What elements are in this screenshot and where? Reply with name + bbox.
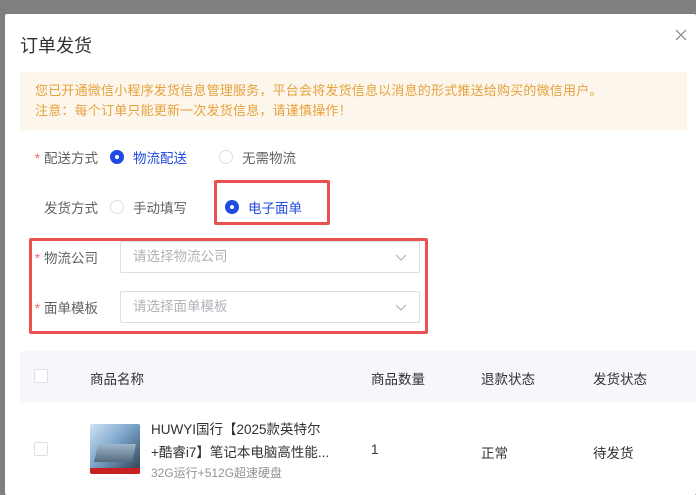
table-row: HUWYI国行【2025款英特尔 +酷睿i7】笔记本电脑高性能... 32G运行… <box>20 402 696 495</box>
delivery-method-label: * 配送方式 <box>34 151 98 166</box>
product-quantity: 1 <box>371 442 379 457</box>
radio-unchecked-icon <box>219 150 233 164</box>
product-name: HUWYI国行【2025款英特尔 +酷睿i7】笔记本电脑高性能... <box>151 422 330 460</box>
shipping-mode-label: 发货方式 <box>44 201 98 216</box>
notice-line-2: 注意：每个订单只能更新一次发货信息，请谨慎操作！ <box>35 103 352 118</box>
header-product-name: 商品名称 <box>90 372 144 387</box>
notice-banner: 您已开通微信小程序发货信息管理服务，平台会将发货信息以消息的形式推送给购买的微信… <box>20 72 687 130</box>
select-all-checkbox[interactable] <box>34 369 48 383</box>
close-icon[interactable] <box>674 28 688 42</box>
radio-manual-entry[interactable]: 手动填写 <box>110 197 187 217</box>
notice-line-1: 您已开通微信小程序发货信息管理服务，平台会将发货信息以消息的形式推送给购买的微信… <box>35 83 603 98</box>
radio-unchecked-icon <box>110 200 124 214</box>
table-header: 商品名称 商品数量 退款状态 发货状态 <box>20 351 696 402</box>
dialog-title: 订单发货 <box>20 36 92 56</box>
row-checkbox[interactable] <box>34 442 48 456</box>
radio-checked-icon <box>110 150 124 164</box>
ship-order-dialog: 订单发货 您已开通微信小程序发货信息管理服务，平台会将发货信息以消息的形式推送给… <box>5 14 696 495</box>
header-quantity: 商品数量 <box>371 372 425 387</box>
goods-table: 商品名称 商品数量 退款状态 发货状态 HUWYI国行【2025款英特尔 +酷睿… <box>20 351 696 495</box>
product-sku: 32G运行+512G超速硬盘 <box>151 466 283 480</box>
highlight-box-waybill <box>214 180 330 225</box>
header-ship-status: 发货状态 <box>593 372 647 387</box>
required-mark: * <box>34 151 40 166</box>
radio-logistics-delivery[interactable]: 物流配送 <box>110 147 187 167</box>
radio-no-logistics[interactable]: 无需物流 <box>219 147 296 167</box>
highlight-box-logistics <box>29 238 428 334</box>
ship-status: 待发货 <box>593 446 634 461</box>
refund-status: 正常 <box>481 446 508 461</box>
header-refund-status: 退款状态 <box>481 372 535 387</box>
product-thumbnail <box>90 424 140 474</box>
delivery-method-row: * 配送方式 物流配送 无需物流 <box>20 145 328 169</box>
